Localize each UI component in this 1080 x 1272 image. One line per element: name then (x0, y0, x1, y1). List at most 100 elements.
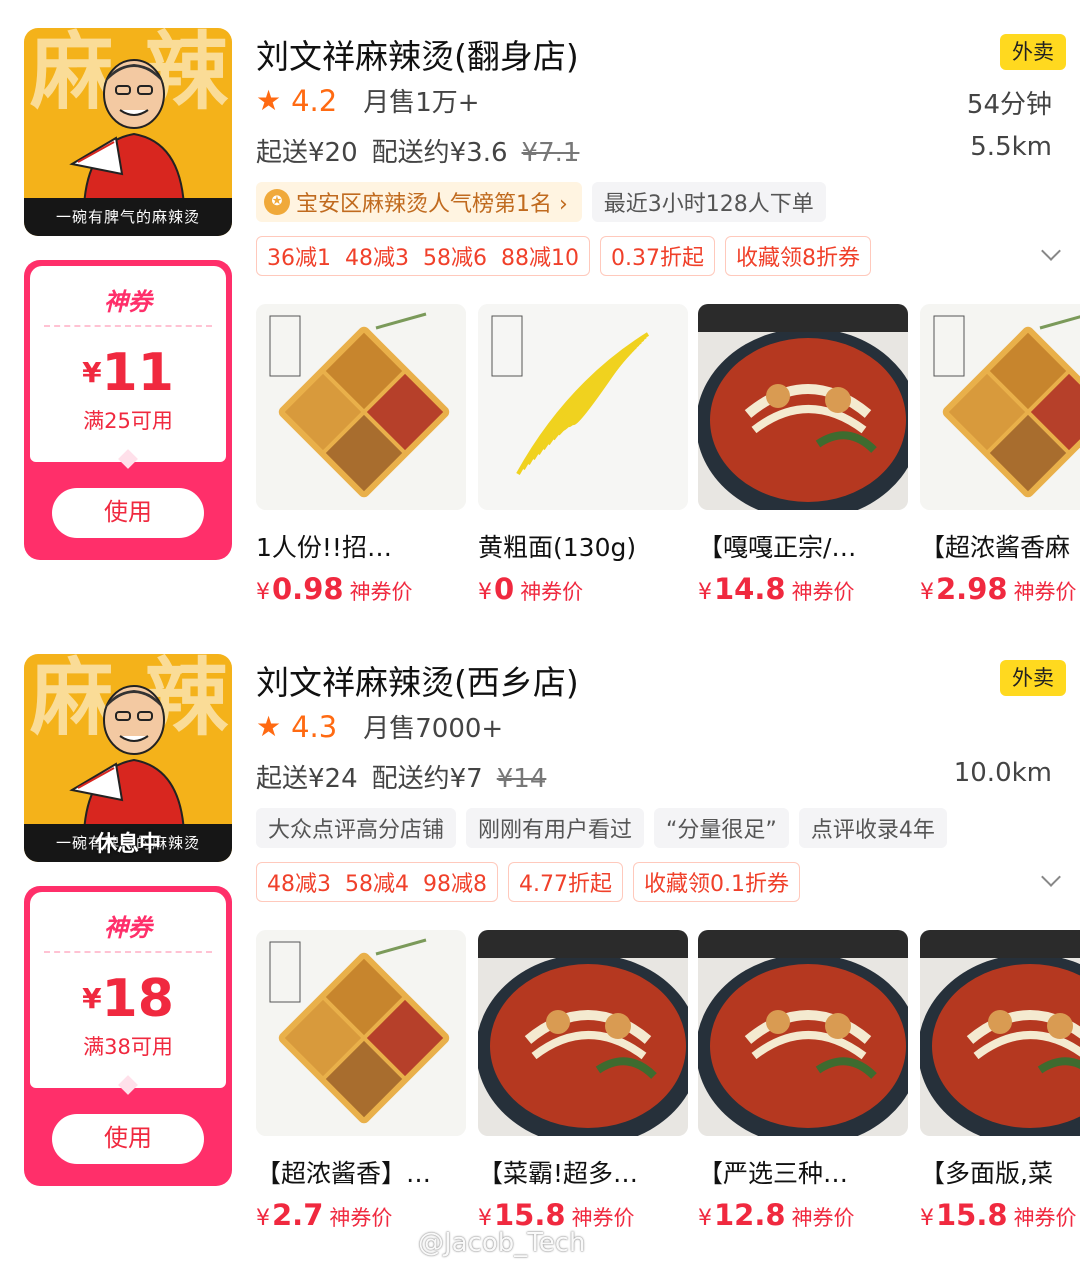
promo-row: 48减3 58减4 98减8 4.77折起 收藏领0.1折券 (256, 862, 800, 902)
store-status: 休息中 (94, 832, 161, 857)
item-image[interactable] (256, 930, 466, 1136)
item-name: 黄粗面(130g) (478, 533, 637, 562)
promo-text: 48减3 (267, 872, 331, 897)
coupon-card[interactable]: 神券 ¥18 满38可用使用 (24, 886, 232, 1186)
currency-symbol: ¥ (256, 1206, 270, 1230)
item-image[interactable] (920, 304, 1080, 510)
currency-symbol: ¥ (256, 580, 270, 604)
rank-tag-label: 宝安区麻辣烫人气榜第1名 › (296, 192, 568, 217)
item-image[interactable] (698, 304, 908, 510)
rating-score: 4.3 (291, 709, 338, 744)
promo-tag[interactable]: 0.37折起 (600, 236, 715, 276)
price-value: 14.8 (714, 572, 786, 604)
item-list: 1人份!!招… ¥0.98 神券价 黄粗面(130g) ¥0 神券价 【嘎嘎正宗/… ¥14.… (256, 304, 1080, 604)
info-tag: 刚刚有用户看过 (466, 808, 645, 848)
menu-item[interactable]: 黄粗面(130g) ¥0 神券价 (478, 304, 688, 604)
price-suffix: 神券价 (571, 1206, 635, 1230)
rating-row: ★ 4.3 月售7000+ (256, 708, 503, 745)
menu-item[interactable]: 1人份!!招… ¥0.98 神券价 (256, 304, 466, 604)
menu-item[interactable]: 【嘎嘎正宗/… ¥14.8 神券价 (698, 304, 908, 604)
info-tag: 最近3小时128人下单 (591, 182, 826, 222)
promo-text: 收藏领0.1折券 (644, 872, 789, 897)
coupon-amount: ¥11 (30, 343, 226, 403)
store-logo[interactable]: 麻辣一碗有脾气的麻辣烫 (24, 28, 232, 236)
currency-symbol: ¥ (82, 356, 102, 389)
info-tag: 点评收录4年 (798, 808, 947, 848)
info-tag: “分量很足” (654, 808, 789, 848)
promo-text: 88减10 (501, 246, 579, 271)
monthly-sales: 月售1万+ (363, 88, 480, 118)
logo-slogan: 一碗有脾气的麻辣烫 (24, 198, 232, 236)
promo-tag[interactable]: 48减3 58减4 98减8 (256, 862, 498, 902)
price-suffix: 神券价 (1013, 1206, 1077, 1230)
price-value: 0.98 (272, 572, 344, 604)
item-image[interactable] (920, 930, 1080, 1136)
delivery-fee: 配送约¥7 (371, 764, 483, 794)
currency-symbol: ¥ (698, 1206, 712, 1230)
item-name: 【严选三种… (698, 1159, 849, 1188)
promo-text: 4.77折起 (519, 872, 612, 897)
coupon-body: 神券 ¥18 满38可用 (30, 892, 226, 1088)
coupon-divider (44, 951, 212, 953)
item-price: ¥15.8 神券价 (920, 1198, 1080, 1230)
menu-item[interactable]: 【菜霸!超多… ¥15.8 神券价 (478, 930, 688, 1230)
menu-item[interactable]: 【超浓酱香麻 ¥2.98 神券价 (920, 304, 1080, 604)
menu-item[interactable]: 【超浓酱香】… ¥2.7 神券价 (256, 930, 466, 1230)
delivery-time: 54分钟 (966, 90, 1052, 120)
distance: 10.0km (953, 758, 1052, 788)
tag-row: 大众点评高分店铺 刚刚有用户看过 “分量很足” 点评收录4年 (256, 808, 947, 848)
use-coupon-button[interactable]: 使用 (52, 488, 204, 538)
delivery-fee: 配送约¥3.6 (371, 138, 508, 168)
min-order: 起送¥24 (256, 764, 358, 794)
item-price: ¥14.8 神券价 (698, 572, 908, 604)
price-value: 2.7 (272, 1198, 324, 1230)
takeout-badge: 外卖 (1000, 34, 1066, 70)
menu-item[interactable]: 【多面版,菜 ¥15.8 神券价 (920, 930, 1080, 1230)
price-value: 0 (494, 572, 515, 604)
medal-icon: ✪ (264, 189, 290, 215)
item-image[interactable] (698, 930, 908, 1136)
promo-tag[interactable]: 收藏领8折券 (725, 236, 871, 276)
item-price: ¥0 神券价 (478, 572, 688, 604)
fee-row: 起送¥20 配送约¥3.6 ¥7.1 (256, 132, 593, 169)
chevron-down-icon[interactable] (1041, 241, 1061, 261)
star-icon: ★ (256, 84, 282, 117)
delivery-fee-original: ¥14 (496, 764, 547, 794)
item-name: 【嘎嘎正宗/… (698, 533, 857, 562)
price-value: 15.8 (494, 1198, 566, 1230)
price-suffix: 神券价 (349, 580, 413, 604)
coupon-card[interactable]: 神券 ¥11 满25可用使用 (24, 260, 232, 560)
price-suffix: 神券价 (791, 1206, 855, 1230)
store-logo[interactable]: 麻辣一碗有脾气的麻辣烫 休息中 (24, 654, 232, 862)
store-card[interactable]: 麻辣一碗有脾气的麻辣烫 休息中 神券 ¥18 满38可用 使用 刘文祥麻辣烫(西乡店) 外卖 ★… (0, 626, 1080, 1246)
promo-tag[interactable]: 4.77折起 (508, 862, 623, 902)
store-card[interactable]: 麻辣一碗有脾气的麻辣烫神券 ¥11 满25可用使用 刘文祥麻辣烫(翻身店) 外卖 ★ 4.2… (0, 0, 1080, 620)
currency-symbol: ¥ (920, 580, 934, 604)
currency-symbol: ¥ (478, 1206, 492, 1230)
chevron-down-icon[interactable] (1041, 867, 1061, 887)
rank-tag[interactable]: ✪ 宝安区麻辣烫人气榜第1名 › (256, 182, 582, 222)
price-value: 15.8 (936, 1198, 1008, 1230)
watermark: @Jacob_Tech (418, 1228, 586, 1258)
rating-row: ★ 4.2 月售1万+ (256, 82, 480, 119)
currency-symbol: ¥ (920, 1206, 934, 1230)
tag-row: ✪ 宝安区麻辣烫人气榜第1名 › 最近3小时128人下单 (256, 182, 826, 222)
item-image[interactable] (256, 304, 466, 510)
coupon-value: 18 (101, 969, 174, 1029)
info-tag: 大众点评高分店铺 (256, 808, 457, 848)
promo-tag[interactable]: 收藏领0.1折券 (633, 862, 800, 902)
promo-tag[interactable]: 36减1 48减3 58减6 88减10 (256, 236, 590, 276)
use-coupon-button[interactable]: 使用 (52, 1114, 204, 1164)
price-suffix: 神券价 (520, 580, 584, 604)
menu-item[interactable]: 【严选三种… ¥12.8 神券价 (698, 930, 908, 1230)
item-image[interactable] (478, 304, 688, 510)
store-name[interactable]: 刘文祥麻辣烫(西乡店) (256, 656, 579, 704)
item-image[interactable] (478, 930, 688, 1136)
currency-symbol: ¥ (478, 580, 492, 604)
promo-text: 48减3 (345, 246, 409, 271)
promo-text: 0.37折起 (611, 246, 704, 271)
store-name[interactable]: 刘文祥麻辣烫(翻身店) (256, 30, 579, 78)
coupon-body: 神券 ¥11 满25可用 (30, 266, 226, 462)
coupon-divider (44, 325, 212, 327)
item-name: 【超浓酱香麻 (920, 533, 1071, 562)
